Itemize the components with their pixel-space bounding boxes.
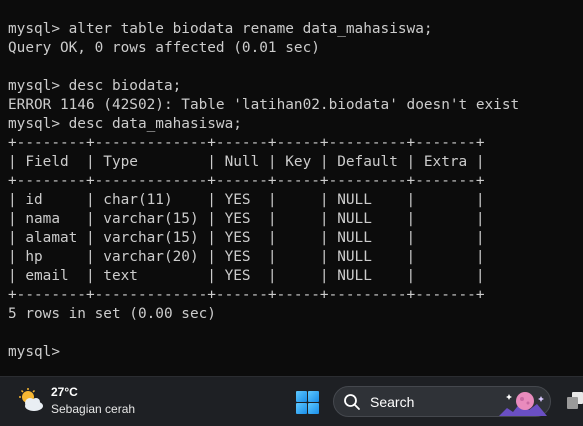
terminal-line: | email | text | YES | | NULL | | xyxy=(8,268,485,284)
terminal-line: mysql> desc data_mahasiswa; xyxy=(8,116,242,132)
terminal-line: +--------+-------------+------+-----+---… xyxy=(8,287,485,303)
partly-sunny-icon xyxy=(19,388,43,411)
search-label: Search xyxy=(370,394,415,410)
terminal-line: | Field | Type | Null | Key | Default | … xyxy=(8,154,485,170)
terminal-line: +--------+-------------+------+-----+---… xyxy=(8,135,485,151)
terminal-line: | hp | varchar(20) | YES | | NULL | | xyxy=(8,249,485,265)
search-highlight-art-icon xyxy=(499,392,547,416)
search-icon xyxy=(344,394,360,410)
tray-window-icon[interactable] xyxy=(566,390,583,412)
weather-description: Sebagian cerah xyxy=(51,402,136,416)
terminal-line: | alamat | varchar(15) | YES | | NULL | … xyxy=(8,230,485,246)
taskbar: 27°C Sebagian cerah Search xyxy=(0,376,583,426)
terminal-line: mysql> desc biodata; xyxy=(8,78,182,94)
terminal-line: 5 rows in set (0.00 sec) xyxy=(8,306,216,322)
terminal-line: mysql> xyxy=(8,344,69,360)
terminal-line: +--------+-------------+------+-----+---… xyxy=(8,173,485,189)
terminal-line: | nama | varchar(15) | YES | | NULL | | xyxy=(8,211,485,227)
weather-temperature: 27°C xyxy=(51,385,78,399)
terminal-line: ERROR 1146 (42S02): Table 'latihan02.bio… xyxy=(8,97,520,113)
terminal-line: Query OK, 0 rows affected (0.01 sec) xyxy=(8,40,320,56)
windows-start-icon[interactable] xyxy=(296,391,319,414)
terminal-output: mysql> alter table biodata rename data_m… xyxy=(8,20,519,362)
terminal-line: | id | char(11) | YES | | NULL | | xyxy=(8,192,485,208)
terminal-window[interactable]: mysql> alter table biodata rename data_m… xyxy=(0,0,583,376)
terminal-line: mysql> alter table biodata rename data_m… xyxy=(8,21,433,37)
